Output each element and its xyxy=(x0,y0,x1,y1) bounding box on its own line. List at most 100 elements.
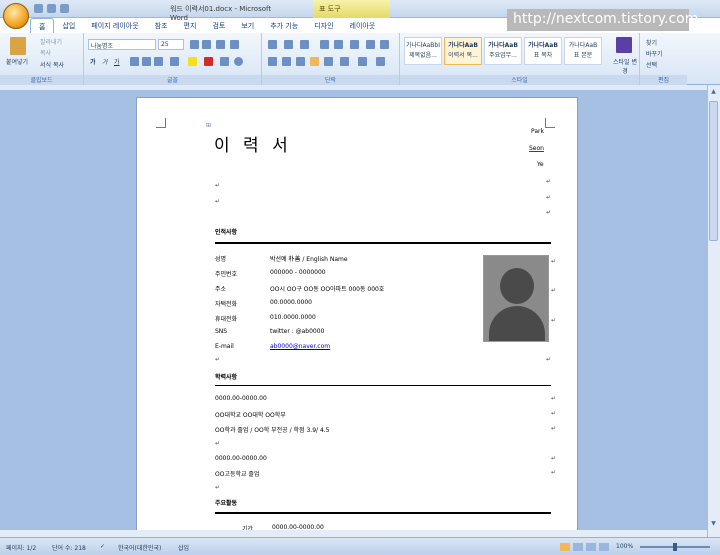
borders-icon[interactable] xyxy=(376,57,385,66)
zoom-slider-handle[interactable] xyxy=(673,543,677,551)
select-button[interactable]: 선택 xyxy=(646,60,657,69)
numbering-icon[interactable] xyxy=(284,40,293,49)
field-label: SNS xyxy=(215,328,228,335)
paragraph-mark: ↵ xyxy=(215,356,221,363)
style-item-0[interactable]: 가나다AaBbI 제목없음... xyxy=(404,37,442,65)
paragraph-mark: ↵ xyxy=(551,317,557,324)
change-styles-button[interactable]: 스타일 변경 xyxy=(612,57,638,75)
char-shading-icon[interactable] xyxy=(220,57,229,66)
tab-review[interactable]: 검토 xyxy=(204,18,233,33)
paragraph-mark: ↵ xyxy=(215,182,221,189)
style-item-2[interactable]: 가나다AaB 주요업무... xyxy=(484,37,522,65)
style-name: 주요업무... xyxy=(489,52,517,59)
align-center-icon[interactable] xyxy=(282,57,291,66)
line-spacing-icon[interactable] xyxy=(340,57,349,66)
name-line-3: Ye xyxy=(537,161,544,168)
language-indicator[interactable]: 한국어(대한민국) xyxy=(118,543,161,552)
font-color-icon[interactable] xyxy=(204,57,213,66)
field-label: 휴대전화 xyxy=(215,316,238,323)
change-styles-icon[interactable] xyxy=(616,37,632,53)
replace-button[interactable]: 바꾸기 xyxy=(646,49,663,58)
name-line-2: Seon xyxy=(529,145,544,152)
clipboard-group: 붙여넣기 잘라내기 복사 서식 복사 클립보드 xyxy=(0,33,84,85)
italic-button[interactable]: 가 xyxy=(102,57,108,66)
tab-insert[interactable]: 삽입 xyxy=(54,18,83,33)
align-right-icon[interactable] xyxy=(296,57,305,66)
enclose-char-icon[interactable] xyxy=(234,57,243,66)
tab-view[interactable]: 보기 xyxy=(233,18,262,33)
decrease-indent-icon[interactable] xyxy=(320,40,329,49)
scroll-down-icon[interactable]: ▼ xyxy=(709,520,718,529)
section-heading-education: 학력사항 xyxy=(215,374,238,381)
undo-icon[interactable] xyxy=(47,4,56,13)
highlight-icon[interactable] xyxy=(188,57,197,66)
zoom-level[interactable]: 100% xyxy=(616,543,633,550)
paste-icon[interactable] xyxy=(10,37,26,55)
tab-add-ins[interactable]: 추가 기능 xyxy=(262,18,306,33)
field-label: E-mail xyxy=(215,343,234,350)
font-name-box[interactable]: 나눔명조 xyxy=(88,39,156,50)
change-case-icon[interactable] xyxy=(170,57,179,66)
field-value: 010.0000.0000 xyxy=(270,314,316,321)
tab-page-layout[interactable]: 페이지 레이아웃 xyxy=(83,18,146,33)
phonetic-guide-icon[interactable] xyxy=(230,40,239,49)
save-icon[interactable] xyxy=(34,4,43,13)
grow-font-icon[interactable] xyxy=(190,40,199,49)
justify-icon[interactable] xyxy=(310,57,319,66)
multilevel-list-icon[interactable] xyxy=(300,40,309,49)
bold-button[interactable]: 가 xyxy=(90,57,96,66)
paragraph-mark: ↵ xyxy=(546,178,552,185)
tab-mailings[interactable]: 편지 xyxy=(176,18,205,33)
shading-icon[interactable] xyxy=(358,57,367,66)
show-marks-icon[interactable] xyxy=(380,40,389,49)
web-layout-icon[interactable] xyxy=(586,543,596,551)
styles-group-label: 스타일 xyxy=(400,75,639,85)
context-tab-table-tools: 표 도구 xyxy=(313,0,390,18)
tab-home[interactable]: 홈 xyxy=(30,18,55,33)
field-label: 주소 xyxy=(215,286,227,293)
find-button[interactable]: 찾기 xyxy=(646,38,657,47)
scroll-up-icon[interactable]: ▲ xyxy=(709,88,718,97)
style-item-3[interactable]: 가나다AaB 표 목차 xyxy=(524,37,562,65)
copy-button[interactable]: 복사 xyxy=(40,48,51,57)
clear-format-icon[interactable] xyxy=(216,40,225,49)
section-rule xyxy=(215,385,551,386)
field-label: 자택전화 xyxy=(215,301,238,308)
word-count[interactable]: 단어 수: 218 xyxy=(52,543,86,552)
paragraph-group: 단락 xyxy=(262,33,400,85)
distribute-icon[interactable] xyxy=(324,57,333,66)
shrink-font-icon[interactable] xyxy=(202,40,211,49)
insert-mode[interactable]: 삽입 xyxy=(178,543,189,552)
education-line: OO대학교 OO대학 OO학부 xyxy=(215,412,286,419)
paste-button[interactable]: 붙여넣기 xyxy=(6,57,28,66)
draft-icon[interactable] xyxy=(599,543,609,551)
tab-layout[interactable]: 레이아웃 xyxy=(342,18,384,33)
asian-layout-icon[interactable] xyxy=(350,40,359,49)
style-item-1[interactable]: 가나다AaB 이력서 목... xyxy=(444,37,482,65)
redo-icon[interactable] xyxy=(60,4,69,13)
table-move-handle-icon[interactable]: ⊞ xyxy=(206,122,211,129)
font-size-box[interactable]: 25 xyxy=(158,39,184,50)
tab-references[interactable]: 참조 xyxy=(147,18,176,33)
style-item-4[interactable]: 가나다AaB 표 본문 xyxy=(564,37,602,65)
tab-design[interactable]: 디자인 xyxy=(306,18,341,33)
paragraph-mark: ↵ xyxy=(215,440,221,447)
office-button[interactable] xyxy=(3,3,29,29)
align-left-icon[interactable] xyxy=(268,57,277,66)
subscript-icon[interactable] xyxy=(142,57,151,66)
page-indicator[interactable]: 페이지: 1/2 xyxy=(6,543,36,552)
print-layout-icon[interactable] xyxy=(560,543,570,551)
bullets-icon[interactable] xyxy=(268,40,277,49)
email-link[interactable]: ab0000@naver.com xyxy=(270,343,330,350)
full-screen-icon[interactable] xyxy=(573,543,583,551)
proofing-icon[interactable]: ✓ xyxy=(100,543,105,550)
underline-button[interactable]: 가 xyxy=(114,57,120,66)
cut-button[interactable]: 잘라내기 xyxy=(40,37,62,46)
horizontal-scrollbar[interactable] xyxy=(0,530,707,537)
superscript-icon[interactable] xyxy=(154,57,163,66)
scroll-thumb[interactable] xyxy=(709,101,718,241)
strikethrough-icon[interactable] xyxy=(130,57,139,66)
format-painter-button[interactable]: 서식 복사 xyxy=(40,60,64,69)
sort-icon[interactable] xyxy=(366,40,375,49)
increase-indent-icon[interactable] xyxy=(334,40,343,49)
